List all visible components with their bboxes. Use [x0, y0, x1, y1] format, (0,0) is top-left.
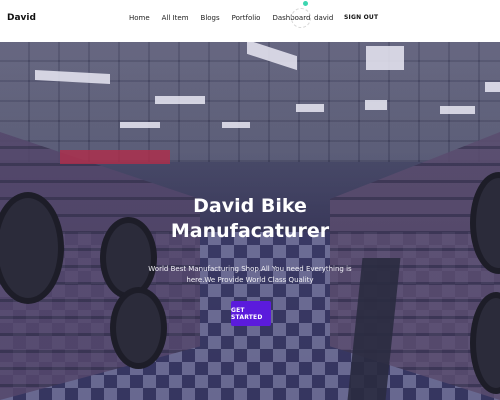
hero-title-line-2: Manufacaturer	[170, 220, 330, 242]
ceiling-light	[440, 106, 475, 114]
nav-link-blogs[interactable]: Blogs	[201, 14, 220, 22]
hero-banner: David Bike Manufacaturer World Best Manu…	[0, 42, 500, 400]
get-started-button[interactable]: GET STARTED	[231, 301, 271, 326]
hero-background-display	[60, 150, 170, 164]
ceiling-light	[365, 100, 387, 110]
nav-link-portfolio[interactable]: Portfolio	[232, 14, 261, 22]
online-status-dot	[303, 1, 308, 6]
ceiling-light	[155, 96, 205, 104]
ceiling-light	[120, 122, 160, 128]
ceiling-light	[366, 46, 404, 70]
nav-link-home[interactable]: Home	[129, 14, 150, 22]
nav-link-all-item[interactable]: All Item	[162, 14, 189, 22]
hero-subtitle-line-1: World Best Manufacturing Shop.All You ne…	[148, 265, 352, 273]
avatar[interactable]	[291, 8, 311, 28]
sign-out-button[interactable]: SIGN OUT	[344, 14, 378, 21]
ceiling-light	[222, 122, 250, 128]
hero-background-tire	[110, 287, 167, 369]
hero-title-line-1: David Bike	[193, 195, 307, 217]
hero-subtitle-line-2: here.We Provide World Class Quality	[186, 276, 314, 284]
ceiling-light	[296, 104, 324, 112]
hero-background-ceiling	[0, 42, 500, 162]
brand-logo[interactable]: David	[7, 13, 36, 23]
ceiling-light	[485, 82, 500, 92]
top-navbar: David Home All Item Blogs Portfolio Dash…	[0, 0, 500, 42]
user-name: david	[314, 14, 334, 22]
